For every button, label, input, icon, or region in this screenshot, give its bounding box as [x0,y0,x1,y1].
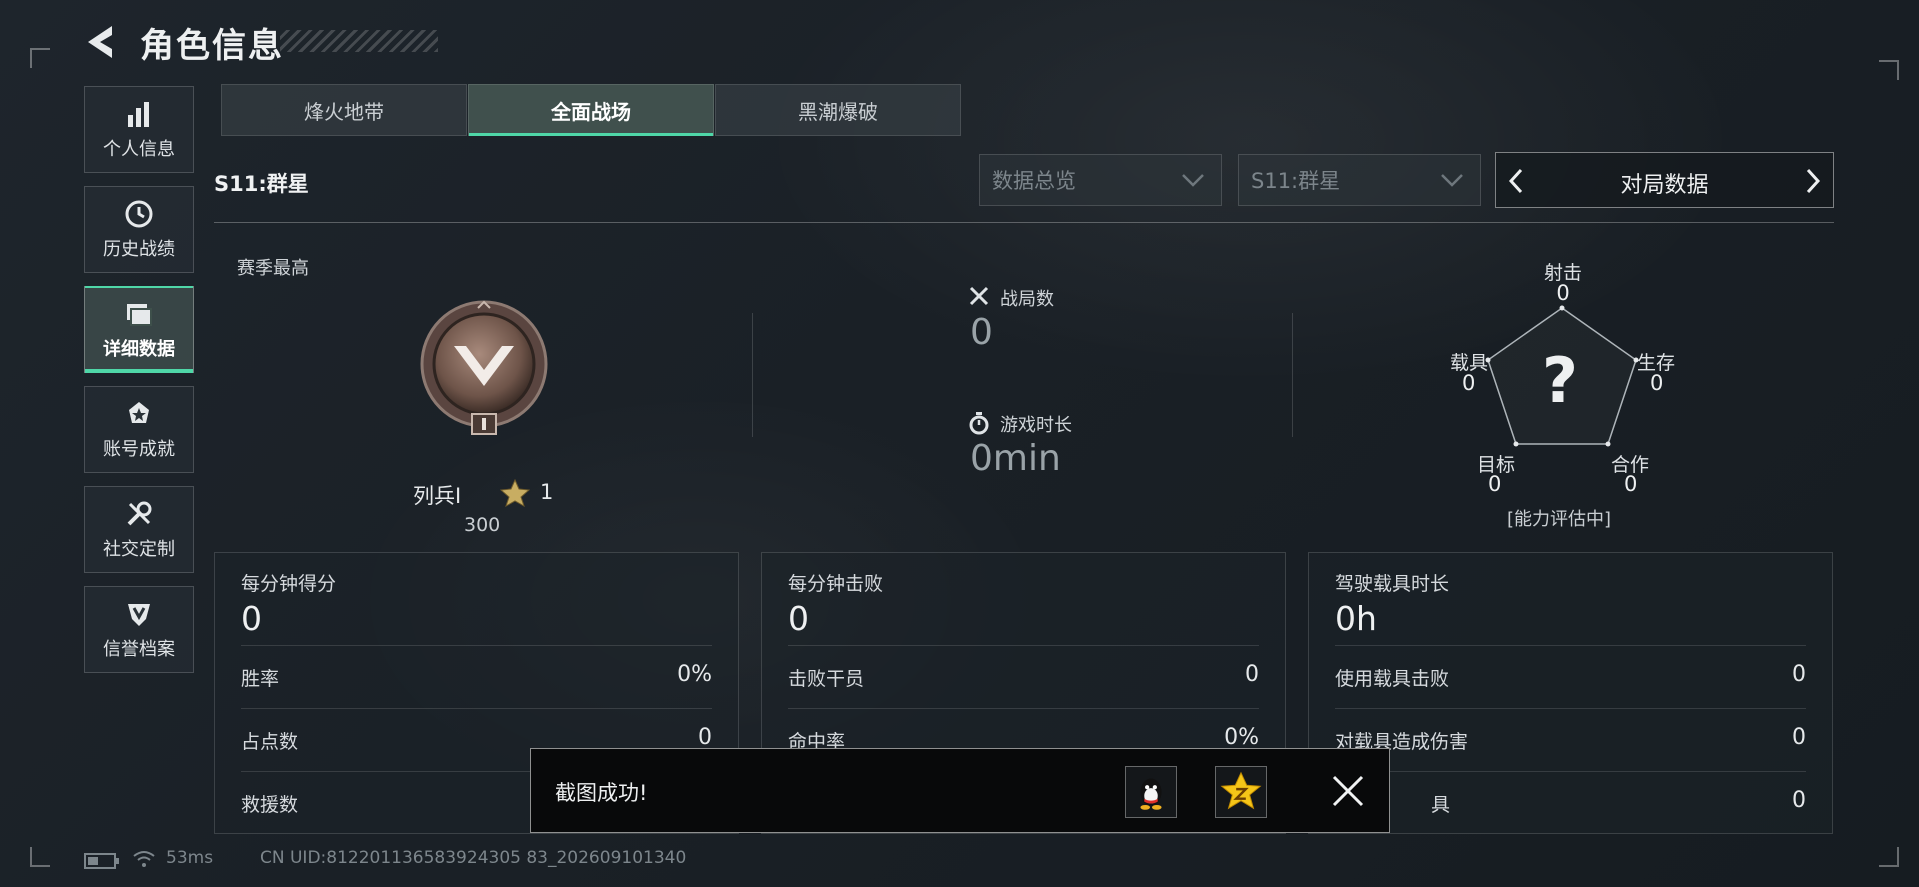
bar-chart-icon [128,101,149,127]
sidebar-item-label: 账号成就 [103,438,175,460]
timer-icon [969,412,989,435]
stat-label: 胜率 [241,668,280,690]
radar-axis-value: 0 [1462,371,1476,395]
sidebar-item-personal-info[interactable]: 个人信息 [84,86,194,173]
sidebar-item-history[interactable]: 历史战绩 [84,186,194,273]
share-qq-button[interactable] [1125,766,1177,818]
medal-icon [129,401,149,423]
tools-icon [127,501,152,525]
title-decoration [280,30,438,52]
battery-icon [84,853,119,869]
sidebar-item-label: 历史战绩 [103,238,175,260]
stat-value: 0 [1792,788,1806,813]
sidebar-item-achievements[interactable]: 账号成就 [84,386,194,473]
stat-value: 0% [677,662,712,687]
radar-axis-value: 0 [1624,472,1638,496]
rank-name: 列兵Ⅰ [413,484,462,508]
stat-row: 使用载具击败 0 [1335,645,1806,708]
data-type-pager: 对局数据 [1495,152,1834,208]
close-icon[interactable] [1331,774,1365,808]
uid-text: CN UID:812201136583924305 83_20260910134… [260,848,687,868]
panel-title: 每分钟击败 [788,573,884,595]
radar-center-symbol: ? [1542,344,1578,417]
stat-value: 0 [698,725,712,750]
dropdown-value: 数据总览 [992,169,1076,193]
panel-title: 每分钟得分 [241,573,337,595]
stat-row: 击败干员 0 [788,645,1259,708]
history-clock-icon [125,200,153,227]
crossed-swords-icon [969,286,989,306]
qq-penguin-icon [1140,778,1162,810]
back-arrow-icon[interactable] [82,24,122,60]
toast-message: 截图成功! [555,781,648,805]
chevron-right-icon[interactable] [1803,167,1823,195]
sidebar-item-label: 个人信息 [103,138,175,160]
sidebar-item-detailed-data[interactable]: 详细数据 [84,286,194,373]
frame-corner [1879,60,1899,80]
chevron-down-icon [1441,174,1463,187]
panel-value: 0 [241,599,262,638]
rank-stars: 1 [540,480,554,504]
radar-axis-value: 0 [1650,371,1664,395]
stat-value: 0 [1792,662,1806,687]
wifi-icon [133,851,155,867]
divider [752,313,753,437]
sidebar-item-social[interactable]: 社交定制 [84,486,194,573]
stat-row: 胜率 0% [241,645,712,708]
frame-corner [30,847,50,867]
frame-corner [30,48,50,68]
stat-value: 0% [1224,725,1259,750]
pager-label: 对局数据 [1620,173,1709,198]
stat-label: 击败干员 [788,668,865,690]
dropdown-value: S11:群星 [1251,169,1341,193]
matches-label: 战局数 [1000,289,1054,310]
folder-icon [127,303,152,326]
ping-text: 53ms [166,848,214,868]
tab-blacktide-breach[interactable]: 黑潮爆破 [715,84,961,136]
stat-label: 救援数 [241,794,299,816]
rank-score: 300 [464,514,501,536]
stat-label: 具 [1431,794,1451,816]
chevron-down-icon [1182,174,1204,187]
tab-beacon-zone[interactable]: 烽火地带 [221,84,467,136]
stat-label: 使用载具击败 [1335,668,1450,690]
radar-axis-value: 0 [1488,472,1502,496]
playtime-label: 游戏时长 [1000,415,1072,436]
frame-corner [1879,847,1899,867]
panel-title: 驾驶载具时长 [1335,573,1450,595]
sidebar-item-credit[interactable]: 信誉档案 [84,586,194,673]
page-title: 角色信息 [140,26,284,66]
qzone-star-icon [1220,771,1262,810]
stat-row: 对载具造成伤害 0 [1335,708,1806,771]
category-dropdown[interactable]: 数据总览 [979,154,1222,206]
sidebar-item-label: 详细数据 [103,338,175,360]
season-best-label: 赛季最高 [237,258,309,279]
stat-label: 占点数 [241,731,299,753]
star-icon [500,479,530,507]
rank-badge-icon [420,300,548,435]
credit-shield-icon [128,603,150,626]
season-dropdown[interactable]: S11:群星 [1238,154,1481,206]
stat-row: 具 0 [1335,771,1806,834]
sidebar-item-label: 社交定制 [103,538,175,560]
divider [1292,313,1293,437]
tab-full-battlefield[interactable]: 全面战场 [468,84,714,136]
matches-value: 0 [970,312,993,353]
sidebar-item-label: 信誉档案 [103,638,175,660]
radar-axis-value: 0 [1556,281,1570,305]
share-qzone-button[interactable] [1215,766,1267,818]
divider [214,222,1834,223]
panel-value: 0h [1335,599,1377,638]
screenshot-toast: 截图成功! [530,748,1390,833]
season-title: S11:群星 [214,172,309,196]
playtime-value: 0min [970,438,1061,479]
radar-status: [能力评估中] [1507,509,1612,530]
stat-value: 0 [1792,725,1806,750]
stat-value: 0 [1245,662,1259,687]
panel-value: 0 [788,599,809,638]
